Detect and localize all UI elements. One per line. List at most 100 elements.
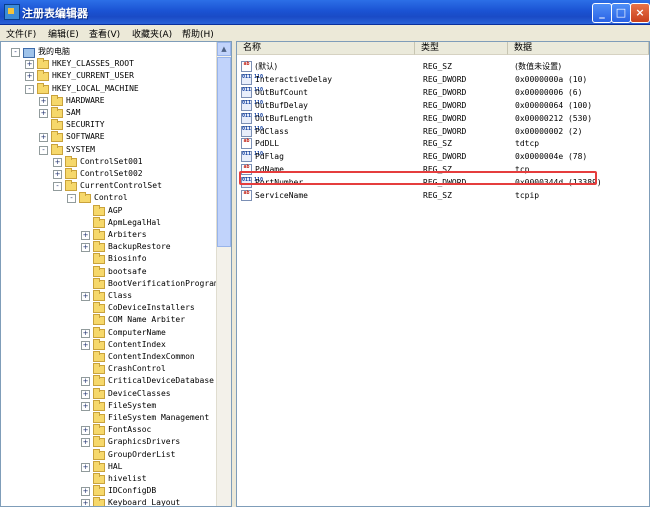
tree-node[interactable]: BootVerificationProgram [1, 277, 221, 290]
tree-node[interactable]: + GraphicsDrivers [1, 436, 221, 448]
tree-node[interactable]: + ComputerName [1, 326, 221, 339]
collapse-icon[interactable]: - [67, 194, 76, 204]
tree-node-label: SYSTEM [66, 144, 95, 154]
tree-node[interactable]: - CurrentControlSet [1, 180, 221, 192]
tree-node[interactable]: + ControlSet002 [1, 168, 221, 180]
expand-icon[interactable]: + [39, 96, 48, 106]
expand-icon[interactable]: + [81, 462, 90, 472]
tree-node[interactable]: + CriticalDeviceDatabase [1, 375, 221, 387]
tree-node[interactable]: + Keyboard Layout [1, 497, 221, 506]
value-row[interactable]: 011 110 PdClass REG_DWORD 0x00000002 (2) [241, 125, 646, 138]
value-row[interactable]: ab PdDLL REG_SZ tdtcp [241, 138, 646, 150]
expand-icon[interactable]: + [25, 60, 34, 70]
expand-icon[interactable]: + [25, 72, 34, 82]
tree-node[interactable]: + HARDWARE [1, 94, 221, 107]
value-row[interactable]: 011 110 OutBufDelay REG_DWORD 0x00000064 (1… [241, 99, 646, 112]
close-button[interactable]: × [630, 3, 650, 23]
expand-icon[interactable]: + [81, 328, 90, 338]
expand-icon[interactable]: + [81, 340, 90, 350]
expand-icon[interactable]: + [39, 109, 48, 118]
expand-icon[interactable]: + [81, 231, 90, 240]
tree-node[interactable]: - Control [1, 192, 221, 204]
column-header-type[interactable]: 类型 [415, 42, 508, 55]
tree-node[interactable]: hivelist [1, 473, 221, 485]
column-header-data[interactable]: 数据 [508, 42, 649, 55]
expand-icon[interactable]: + [81, 389, 90, 399]
tree-node[interactable]: SECURITY [1, 119, 221, 131]
tree-node[interactable]: + Class [1, 290, 221, 302]
collapse-icon[interactable]: - [25, 84, 34, 94]
folder-icon [51, 107, 63, 118]
value-row[interactable]: ab (默认) REG_SZ (数值未设置) [241, 61, 646, 73]
tree-node[interactable]: GroupOrderList [1, 448, 221, 461]
value-row[interactable]: ab ServiceName REG_SZ tcpip [241, 190, 646, 202]
folder-icon [93, 216, 105, 228]
value-name: ServiceName [255, 191, 308, 200]
expand-icon[interactable]: + [81, 243, 90, 253]
tree-node[interactable]: + ControlSet001 [1, 155, 221, 168]
value-row[interactable]: 011 110 OutBufCount REG_DWORD 0x00000006 (6… [241, 86, 646, 99]
menu-file[interactable]: 文件(F) [6, 27, 36, 40]
value-row[interactable]: 011 110 OutBufLength REG_DWORD 0x00000212 (… [241, 112, 646, 125]
tree-node[interactable]: + FileSystem [1, 399, 221, 412]
menu-help[interactable]: 帮助(H) [182, 27, 214, 40]
scroll-thumb[interactable] [217, 57, 231, 247]
expand-icon[interactable]: + [81, 438, 90, 448]
folder-icon [51, 119, 63, 131]
tree-node[interactable]: + HAL [1, 460, 221, 473]
menu-view[interactable]: 查看(V) [89, 27, 120, 40]
expand-icon[interactable]: + [53, 170, 62, 179]
value-name: (默认) [255, 62, 278, 71]
tree-node[interactable]: + ContentIndex [1, 338, 221, 351]
tree-node[interactable]: Biosinfo [1, 253, 221, 265]
expand-icon[interactable]: + [81, 401, 90, 411]
scroll-up-arrow-icon[interactable]: ▲ [217, 42, 231, 56]
collapse-icon[interactable]: - [11, 48, 20, 57]
tree-node[interactable]: - HKEY_LOCAL_MACHINE [1, 82, 221, 95]
maximize-button[interactable]: □ [611, 3, 631, 23]
tree-node[interactable]: + BackupRestore [1, 241, 221, 253]
expand-icon[interactable]: + [81, 487, 90, 497]
tree-node[interactable]: CrashControl [1, 363, 221, 375]
value-data: 0x0000000a (10) [515, 74, 588, 84]
tree-node[interactable]: + HKEY_CLASSES_ROOT [1, 58, 221, 70]
folder-icon [93, 399, 105, 411]
tree-node[interactable]: - SYSTEM [1, 143, 221, 156]
expand-icon[interactable]: + [81, 377, 90, 387]
tree-node[interactable]: + SOFTWARE [1, 131, 221, 143]
tree-node[interactable]: - 我的电脑 [1, 46, 221, 58]
menu-edit[interactable]: 编辑(E) [48, 27, 79, 40]
registry-tree-pane[interactable]: - 我的电脑 + HKEY_CLASSES_ROOT + HKEY_CURRENT_USE… [0, 41, 232, 507]
value-row[interactable]: 011 110 InteractiveDelay REG_DWORD 0x000000… [241, 73, 646, 86]
tree-node[interactable]: + HKEY_CURRENT_USER [1, 70, 221, 82]
expand-icon[interactable]: + [39, 133, 48, 143]
value-data: 0x00000006 (6) [515, 87, 583, 97]
minimize-button[interactable]: _ [592, 3, 612, 23]
tree-node[interactable]: + FontAssoc [1, 424, 221, 436]
tree-node[interactable]: ContentIndexCommon [1, 351, 221, 363]
tree-node[interactable]: + SAM [1, 107, 221, 119]
expand-icon[interactable]: + [53, 157, 62, 167]
value-row[interactable]: 011 110 PdFlag REG_DWORD 0x0000004e (78) [241, 151, 646, 163]
tree-vertical-scrollbar[interactable]: ▲ [216, 42, 231, 506]
tree-node[interactable]: ApmLegalHal [1, 216, 221, 229]
menu-favorites[interactable]: 收藏夹(A) [132, 27, 172, 40]
folder-icon [93, 241, 105, 253]
tree-node[interactable]: + IDConfigDB [1, 485, 221, 497]
values-list-pane[interactable]: 名称 类型 数据 ab (默认) REG_SZ (数值未设置) 011 110 Inter… [236, 41, 650, 507]
collapse-icon[interactable]: - [39, 145, 48, 155]
value-data: tcpip [515, 191, 540, 200]
tree-node[interactable]: + Arbiters [1, 229, 221, 241]
tree-node[interactable]: + DeviceClasses [1, 387, 221, 400]
tree-node[interactable]: AGP [1, 204, 221, 217]
tree-node[interactable]: CoDeviceInstallers [1, 302, 221, 314]
tree-node[interactable]: COM Name Arbiter [1, 314, 221, 326]
expand-icon[interactable]: + [81, 499, 90, 506]
value-type: REG_DWORD [423, 100, 467, 110]
expand-icon[interactable]: + [81, 426, 90, 436]
expand-icon[interactable]: + [81, 292, 90, 301]
tree-node[interactable]: bootsafe [1, 265, 221, 278]
tree-node[interactable]: FileSystem Management [1, 412, 221, 424]
column-header-name[interactable]: 名称 [237, 42, 415, 55]
collapse-icon[interactable]: - [53, 182, 62, 192]
